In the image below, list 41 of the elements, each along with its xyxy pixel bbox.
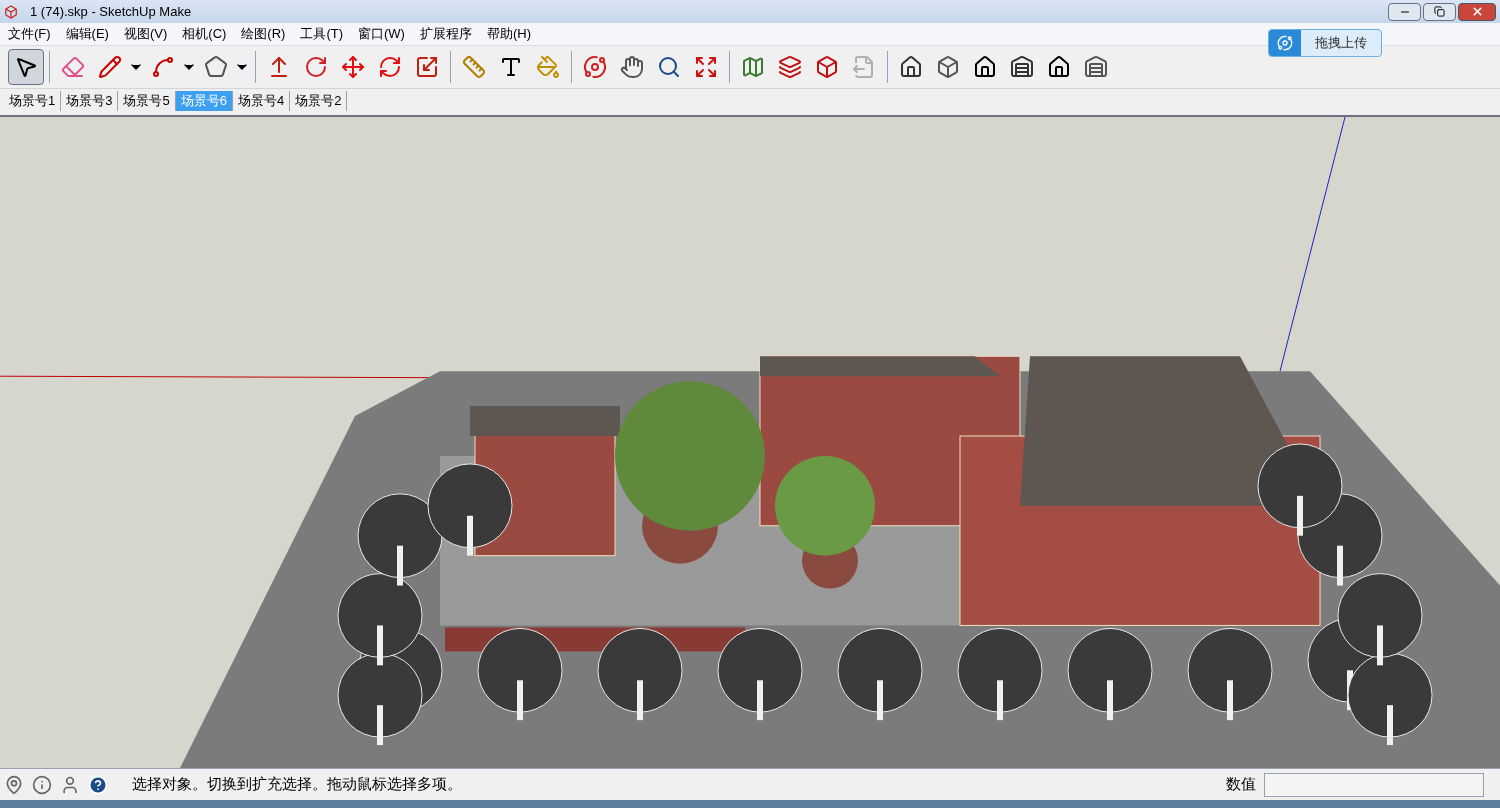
geo-location-icon[interactable] (4, 774, 24, 795)
measurements-label: 数值 (1226, 774, 1256, 795)
orbit-icon (583, 55, 607, 79)
app-logo-icon (4, 4, 18, 19)
menu-item[interactable]: 相机(C) (182, 24, 227, 44)
restore-icon (1434, 6, 1445, 17)
menu-item[interactable]: 帮助(H) (486, 24, 531, 44)
select-tool[interactable] (8, 49, 44, 85)
export-icon (852, 55, 876, 79)
rotate-icon (378, 55, 402, 79)
select-icon (14, 55, 38, 79)
menu-item[interactable]: 绘图(R) (241, 24, 286, 44)
window-title: 1 (74).skp - SketchUp Make (30, 2, 192, 21)
zoom-icon (657, 55, 681, 79)
minimize-button[interactable] (1388, 2, 1421, 21)
polygon-icon (204, 55, 228, 79)
move-icon (341, 55, 365, 79)
scale-icon (415, 55, 439, 79)
text-icon (499, 55, 523, 79)
paint-bucket-icon (536, 55, 560, 79)
status-message: 选择对象。切换到扩充选择。拖动鼠标选择多项。 (132, 774, 462, 795)
help-icon[interactable] (88, 774, 108, 795)
menu-item[interactable]: 窗口(W) (358, 24, 405, 44)
arc-icon (151, 55, 175, 79)
menu-item[interactable]: 扩展程序 (419, 24, 472, 44)
menu-item[interactable]: 工具(T) (300, 24, 343, 44)
pan-icon (620, 55, 644, 79)
measurements-field[interactable] (1264, 772, 1484, 797)
menu-item[interactable]: 视图(V) (123, 24, 168, 44)
user-icon[interactable] (60, 774, 80, 795)
restore-button[interactable] (1423, 2, 1456, 21)
close-button[interactable] (1458, 2, 1496, 21)
eraser-icon (61, 55, 85, 79)
upload-button[interactable]: 拖拽上传 (1268, 29, 1382, 57)
pencil-icon (98, 55, 122, 79)
close-icon (1470, 5, 1484, 18)
menu-item[interactable]: 文件(F) (8, 24, 51, 44)
zoom-extents-icon (694, 55, 718, 79)
tape-measure-icon (462, 55, 486, 79)
info-icon[interactable] (32, 774, 52, 795)
menu-item[interactable]: 编辑(E) (65, 24, 109, 44)
